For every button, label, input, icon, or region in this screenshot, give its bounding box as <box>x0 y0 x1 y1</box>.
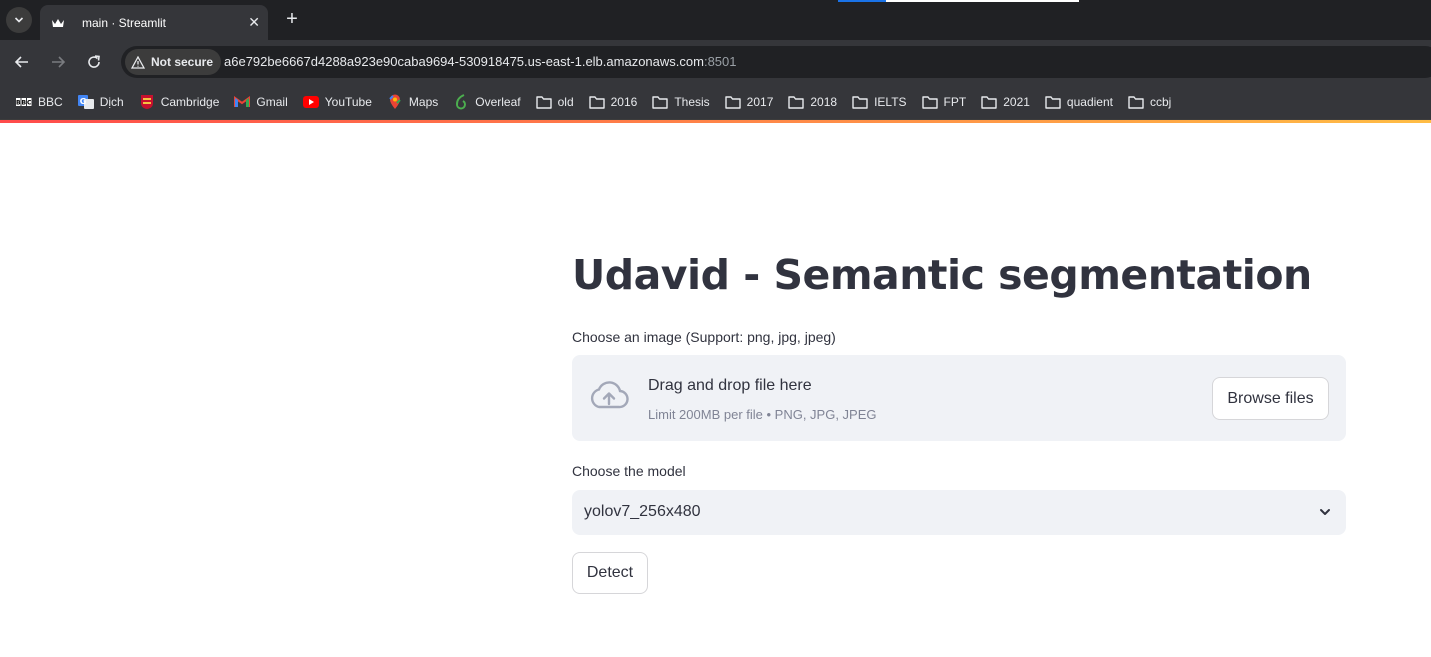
forward-button[interactable] <box>47 51 69 73</box>
bookmark-2016[interactable]: 2016 <box>583 88 644 116</box>
back-button[interactable] <box>11 51 33 73</box>
folder-icon <box>852 94 868 110</box>
youtube-icon <box>302 94 319 110</box>
folder-icon <box>535 94 552 110</box>
reload-icon <box>88 55 100 68</box>
warning-icon <box>131 55 145 69</box>
model-select-value: yolov7_256x480 <box>584 503 701 520</box>
cloud-upload-icon <box>590 381 629 409</box>
browser-toolbar: Not secure a6e792be6667d4288a923e90caba9… <box>0 40 1431 84</box>
maps-icon <box>387 94 403 110</box>
bookmark-label: Gmail <box>256 94 288 109</box>
detect-button[interactable]: Detect <box>572 552 648 594</box>
model-select[interactable]: yolov7_256x480 <box>572 490 1346 535</box>
bookmark-thesis[interactable]: Thesis <box>646 88 715 116</box>
bookmark-label: 2018 <box>810 94 838 109</box>
bookmark-bbc[interactable]: B B C BBC <box>10 88 69 116</box>
bookmark-label: 2017 <box>746 94 774 109</box>
file-uploader-dropzone[interactable]: Drag and drop file here Limit 200MB per … <box>572 355 1346 441</box>
bookmark-label: Maps <box>408 94 439 109</box>
bookmark-label: YouTube <box>324 94 372 109</box>
bookmark-2017[interactable]: 2017 <box>719 88 780 116</box>
folder-icon <box>652 94 669 110</box>
translate-icon: G <box>77 94 94 110</box>
bookmark-label: FPT <box>943 94 967 109</box>
url-host: a6e792be6667d4288a923e90caba9694-5309184… <box>224 54 704 69</box>
window-accent-bar <box>838 0 886 2</box>
bbc-icon: BBC <box>16 94 32 110</box>
svg-text:C: C <box>27 99 32 106</box>
new-tab-button[interactable]: + <box>282 9 302 29</box>
bookmarks-bar: B B C BBC G Dịch Cambridge Gmail YouTube Maps Over… <box>0 84 1431 120</box>
streamlit-decoration-bar <box>0 120 1431 123</box>
dropzone-instruction: Drag and drop file here <box>648 377 812 394</box>
svg-text:B: B <box>21 99 26 106</box>
model-select-label: Choose the model <box>572 463 686 479</box>
bookmark-youtube[interactable]: YouTube <box>297 88 378 116</box>
uploader-label: Choose an image (Support: png, jpg, jpeg… <box>572 329 836 345</box>
window-accent-bar-light <box>886 0 1079 2</box>
bookmark-cambridge[interactable]: Cambridge <box>133 88 226 116</box>
folder-icon <box>1045 94 1061 110</box>
security-chip[interactable]: Not secure <box>125 49 222 75</box>
cambridge-icon <box>139 94 155 110</box>
bookmark-maps[interactable]: Maps <box>381 88 444 116</box>
bookmark-2018[interactable]: 2018 <box>782 88 843 116</box>
folder-icon <box>588 94 605 110</box>
bookmark-label: 2016 <box>610 94 638 109</box>
folder-icon <box>788 94 805 110</box>
bookmark-quadient[interactable]: quadient <box>1039 88 1119 116</box>
bookmark-label: old <box>557 94 574 109</box>
tab-title: main · Streamlit <box>82 15 167 30</box>
svg-text:B: B <box>16 99 21 106</box>
folder-icon <box>724 94 741 110</box>
page-title: Udavid - Semantic segmentation <box>572 251 1312 299</box>
bookmark-label: BBC <box>38 94 63 109</box>
bookmark-ccbj[interactable]: ccbj <box>1122 88 1177 116</box>
bookmark-label: Overleaf <box>475 94 521 109</box>
bookmark-label: IELTS <box>874 94 907 109</box>
back-arrow-icon <box>14 56 28 68</box>
chevron-down-icon <box>14 17 24 23</box>
security-label: Not secure <box>151 55 214 69</box>
overleaf-icon <box>453 93 469 110</box>
bookmark-gmail[interactable]: Gmail <box>228 88 293 116</box>
bookmark-ielts[interactable]: IELTS <box>846 88 912 116</box>
tab-search-button[interactable] <box>6 7 32 33</box>
bookmark-label: quadient <box>1066 94 1113 109</box>
bookmark-label: ccbj <box>1149 94 1172 109</box>
gmail-icon <box>234 94 251 110</box>
bookmark-label: Thesis <box>674 94 710 109</box>
bookmark-overleaf[interactable]: Overleaf <box>447 88 526 116</box>
bookmark-fpt[interactable]: FPT <box>916 88 973 116</box>
dropzone-limit: Limit 200MB per file • PNG, JPG, JPEG <box>648 407 877 422</box>
svg-text:G: G <box>79 97 86 106</box>
bookmark-2021[interactable]: 2021 <box>975 88 1036 116</box>
close-icon[interactable]: ✕ <box>248 14 260 30</box>
browse-files-button[interactable]: Browse files <box>1212 377 1329 420</box>
browser-tabstrip: main · Streamlit ✕ + <box>0 0 1431 40</box>
address-bar[interactable]: Not secure a6e792be6667d4288a923e90caba9… <box>121 46 1431 78</box>
url-text[interactable]: a6e792be6667d4288a923e90caba9694-5309184… <box>224 54 737 69</box>
bookmark-dịch[interactable]: G Dịch <box>72 88 130 116</box>
url-port: :8501 <box>703 54 737 69</box>
forward-arrow-icon <box>52 56 66 68</box>
folder-icon <box>1128 94 1144 110</box>
streamlit-crown-icon <box>50 15 66 31</box>
chevron-down-icon <box>1320 509 1330 515</box>
bookmark-old[interactable]: old <box>530 88 580 116</box>
folder-icon <box>981 94 997 110</box>
folder-icon <box>921 94 938 110</box>
bookmark-label: Cambridge <box>160 94 220 109</box>
bookmark-label: Dịch <box>99 94 124 109</box>
reload-button[interactable] <box>83 51 105 73</box>
tab-main-streamlit[interactable]: main · Streamlit ✕ <box>40 5 268 40</box>
bookmark-label: 2021 <box>1003 94 1030 109</box>
